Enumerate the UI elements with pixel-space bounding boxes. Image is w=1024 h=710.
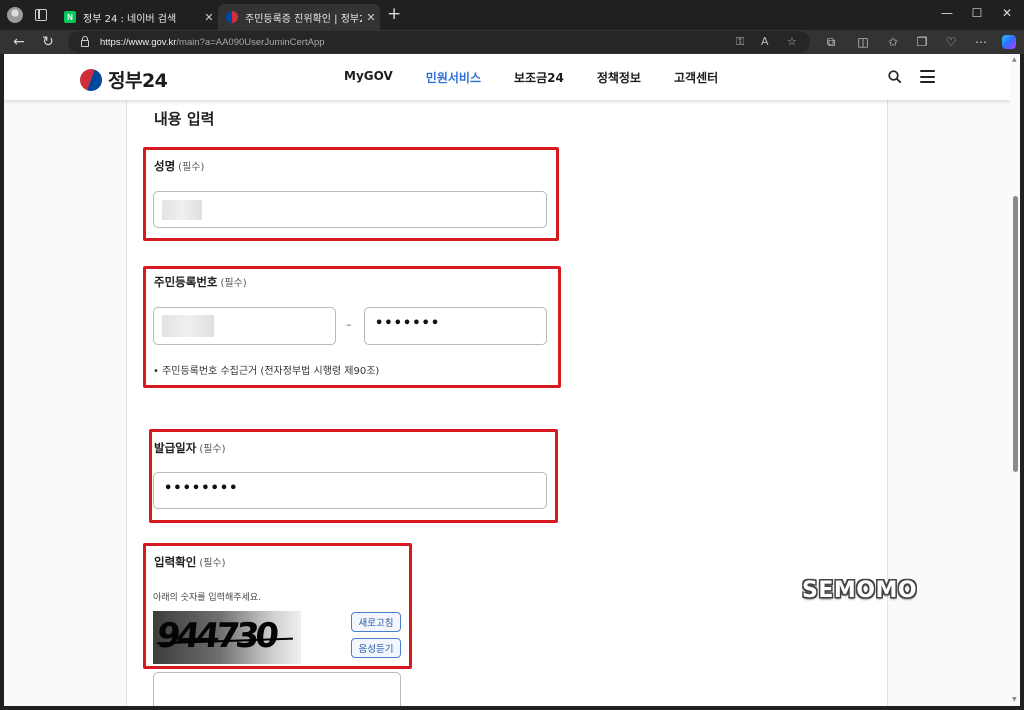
collections-icon[interactable]: ❐ (915, 35, 929, 49)
captcha-image: 944730 (153, 611, 301, 664)
page-viewport: 정부24 MyGOV 민원서비스 보조금24 정책정보 고객센터 내용 입력 성… (4, 54, 1010, 706)
new-tab-button[interactable]: + (387, 6, 401, 23)
blurred-rrn-front-value (162, 315, 214, 337)
rrn-label: 주민등록번호 (필수) (154, 275, 247, 289)
issue-date-masked: •••••••• (164, 481, 239, 496)
close-tab-icon[interactable]: ✕ (200, 11, 218, 24)
nav-item-subsidy24[interactable]: 보조금24 (514, 69, 564, 86)
captcha-input[interactable] (153, 672, 401, 706)
gov-emblem-icon (226, 11, 238, 23)
naver-icon: N (64, 11, 76, 23)
rrn-separator: – (346, 318, 352, 331)
more-icon[interactable]: ⋯ (974, 35, 988, 49)
nav-item-customer-center[interactable]: 고객센터 (674, 69, 718, 86)
site-header: 정부24 MyGOV 민원서비스 보조금24 정책정보 고객센터 (4, 54, 1010, 100)
site-logo[interactable]: 정부24 (80, 66, 168, 93)
rrn-front-input[interactable] (153, 307, 336, 345)
name-label: 성명 (필수) (154, 159, 205, 173)
search-icon[interactable] (888, 70, 901, 83)
nav-item-civil-service[interactable]: 민원서비스 (426, 69, 481, 86)
favorite-star-icon[interactable]: ☆ (787, 35, 797, 48)
page-scrollbar[interactable]: ▲ ▼ (1010, 54, 1020, 706)
section-title: 내용 입력 (154, 110, 215, 128)
scroll-up-icon[interactable]: ▲ (1012, 56, 1017, 63)
tab-title: 정부 24 : 네이버 검색 (83, 13, 177, 25)
browser-tab-gov24[interactable]: 주민등록증 진위확인 | 정부24 ✕ (218, 4, 380, 30)
scrollbar-thumb[interactable] (1013, 196, 1018, 472)
nav-item-policy-info[interactable]: 정책정보 (597, 69, 641, 86)
copilot-icon[interactable] (1002, 35, 1016, 49)
favorites-icon[interactable]: ✩ (886, 35, 900, 49)
browser-tab-naver-search[interactable]: N 정부 24 : 네이버 검색 ✕ (56, 4, 218, 30)
read-aloud-icon[interactable]: A (761, 35, 769, 48)
nav-item-mygov[interactable]: MyGOV (344, 69, 393, 86)
captcha-instruction: 아래의 숫자를 입력해주세요. (153, 593, 261, 603)
captcha-refresh-button[interactable]: 새로고침 (351, 612, 401, 632)
gov-emblem-icon (80, 68, 102, 91)
close-window-button[interactable]: ✕ (992, 6, 1022, 20)
split-screen-icon[interactable]: ◫ (856, 35, 870, 49)
name-input[interactable] (153, 191, 547, 228)
rrn-collection-note: • 주민등록번호 수집근거 (전자정부법 시행령 제90조) (153, 366, 380, 377)
reload-icon[interactable]: ↻ (38, 32, 58, 52)
scroll-down-icon[interactable]: ▼ (1012, 696, 1017, 703)
hamburger-menu-icon[interactable] (920, 70, 935, 83)
minimize-button[interactable]: — (932, 6, 962, 20)
browser-toolbar: ← ↻ https://www.gov.kr/main?a=AA090UserJ… (0, 30, 1024, 54)
lock-icon[interactable] (81, 36, 89, 47)
url-text: https://www.gov.kr/main?a=AA090UserJumin… (100, 36, 325, 48)
captcha-label: 입력확인 (필수) (154, 555, 226, 569)
main-navigation: MyGOV 민원서비스 보조금24 정책정보 고객센터 (344, 69, 751, 86)
issue-date-input[interactable]: •••••••• (153, 472, 547, 509)
rrn-back-input[interactable]: ••••••• (364, 307, 547, 345)
profile-avatar-icon[interactable] (7, 7, 23, 23)
back-arrow-icon[interactable]: ← (9, 32, 29, 52)
browser-tab-bar: N 정부 24 : 네이버 검색 ✕ 주민등록증 진위확인 | 정부24 ✕ +… (0, 0, 1024, 30)
watermark: SEMOMO (802, 578, 918, 603)
captcha-code: 944730 (154, 616, 278, 656)
address-bar[interactable]: https://www.gov.kr/main?a=AA090UserJumin… (68, 31, 810, 53)
extensions-icon[interactable]: ⧉ (824, 35, 838, 49)
close-tab-icon[interactable]: ✕ (362, 11, 380, 24)
browser-essentials-icon[interactable]: ♡ (944, 35, 958, 49)
tab-actions-icon[interactable] (35, 9, 47, 21)
tab-title: 주민등록증 진위확인 | 정부24 (245, 13, 362, 25)
captcha-audio-button[interactable]: 음성듣기 (351, 638, 401, 658)
key-icon[interactable]: ⚿ (736, 35, 744, 49)
maximize-button[interactable]: ☐ (962, 6, 992, 20)
logo-text: 정부24 (108, 70, 168, 92)
issue-date-label: 발급일자 (필수) (154, 441, 226, 455)
blurred-name-value (162, 200, 202, 220)
rrn-back-masked: ••••••• (375, 316, 441, 331)
